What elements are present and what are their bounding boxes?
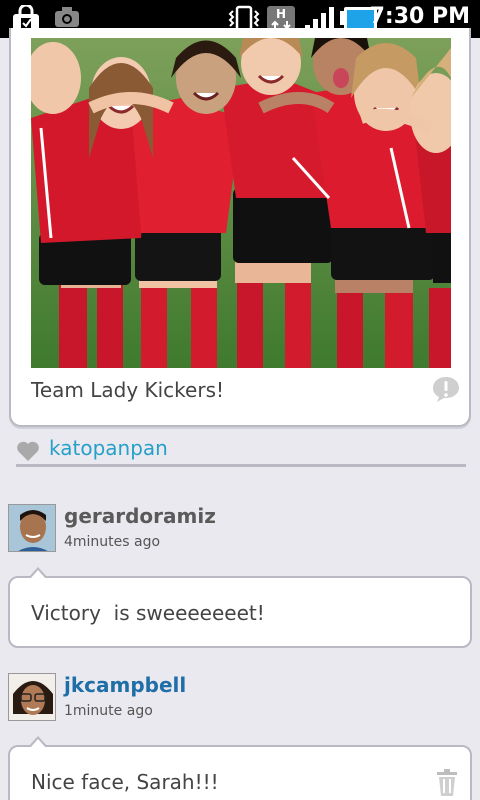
report-icon[interactable]	[432, 376, 460, 402]
comment-timestamp: 4minutes ago	[64, 534, 161, 550]
likes-bar: katopanpan	[16, 436, 466, 467]
comment-text: Victory is sweeeeeeet!	[31, 601, 265, 625]
comment-text: Nice face, Sarah!!!	[31, 770, 219, 794]
team-photo-image	[31, 38, 451, 368]
comment-username-link[interactable]: gerardoramiz	[64, 504, 216, 528]
camera-icon	[55, 7, 79, 27]
comment-timestamp: 1minute ago	[64, 703, 153, 719]
post-card: Team Lady Kickers!	[9, 28, 471, 427]
comment-header: jkcampbell 1minute ago	[8, 673, 472, 723]
avatar[interactable]	[8, 673, 56, 721]
comment-bubble: Victory is sweeeeeeet!	[8, 567, 472, 648]
clock: 7:30 PM	[369, 4, 470, 29]
comment-header: gerardoramiz 4minutes ago	[8, 504, 472, 554]
avatar[interactable]	[8, 504, 56, 552]
liker-username-link[interactable]: katopanpan	[49, 436, 168, 460]
comment-bubble: Nice face, Sarah!!!	[8, 736, 472, 800]
avatar-image	[9, 505, 55, 551]
trash-icon[interactable]	[436, 769, 458, 797]
heart-icon[interactable]	[16, 440, 40, 462]
post-caption: Team Lady Kickers!	[31, 378, 225, 402]
avatar-image	[9, 674, 55, 720]
svg-text:H: H	[276, 7, 286, 21]
comment-username-link[interactable]: jkcampbell	[64, 673, 186, 697]
post-photo[interactable]	[31, 38, 451, 368]
